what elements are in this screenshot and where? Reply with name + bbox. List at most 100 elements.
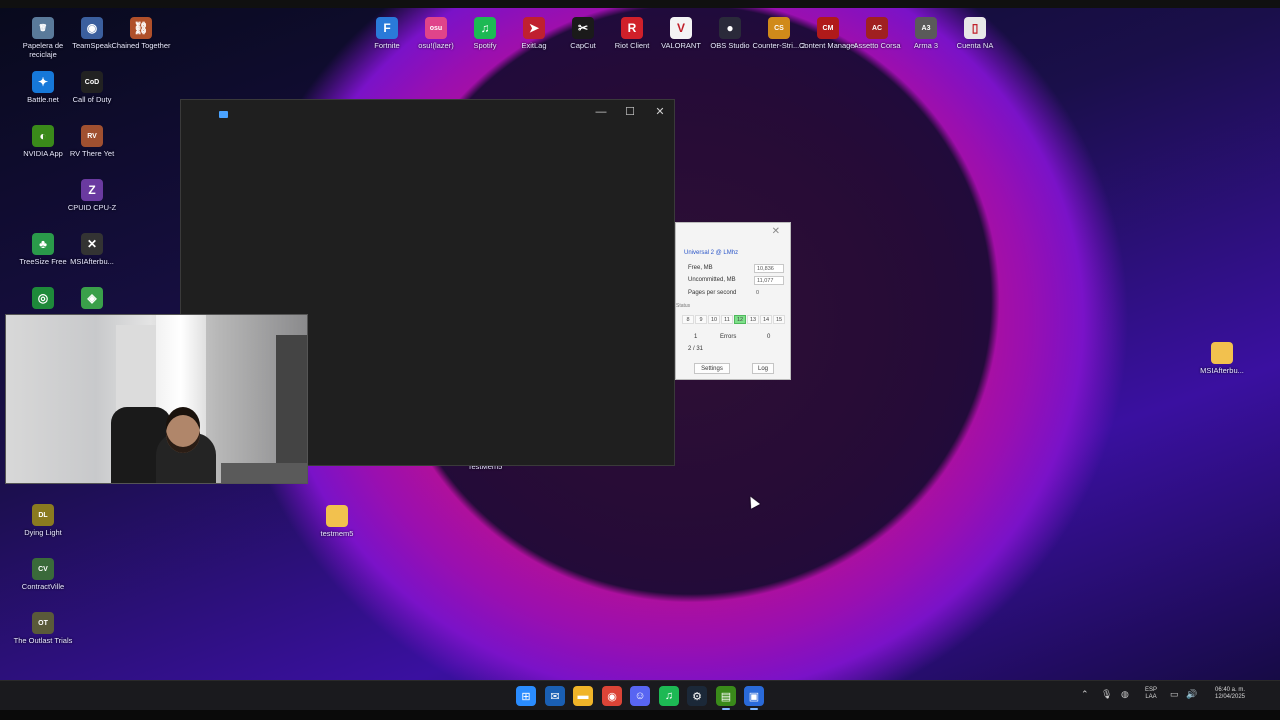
thread-cell: 9 [695, 315, 707, 324]
msiafterburner-folder[interactable]: MSIAfterbu... [1192, 342, 1252, 375]
thread-cell: 14 [760, 315, 772, 324]
green-app-icon: ◎ [32, 287, 54, 309]
msi-afterburner-icon: ✕ [81, 233, 103, 255]
desktop-shortcut[interactable]: CV ContractVille [13, 558, 73, 591]
desktop-shortcut-label: MSIAfterbu... [70, 257, 114, 266]
input-language[interactable]: ESP LAA [1140, 687, 1162, 701]
outlast-trials-icon: OT [32, 612, 54, 634]
testmem5-folder[interactable]: testmem5 [307, 505, 367, 538]
desktop-shortcut[interactable]: ◈ [62, 287, 122, 311]
desktop-shortcut-label: TeamSpeak [72, 41, 112, 50]
uncommitted-mb-value: 11,077 [754, 276, 784, 285]
desktop-shortcut-label: Arma 3 [913, 41, 939, 50]
settings-button[interactable]: Settings [694, 363, 730, 374]
log-button[interactable]: Log [752, 363, 774, 374]
microphone-icon[interactable]: 🎙 [1101, 689, 1112, 700]
osu-icon: osu [425, 17, 447, 39]
network-icon[interactable]: ▭ [1170, 689, 1179, 700]
webcam-desk [221, 463, 307, 483]
steam-icon[interactable]: ⚙ [687, 686, 707, 706]
desktop-shortcut[interactable]: ▯ Cuenta NA [945, 17, 1005, 50]
close-button[interactable]: ✕ [648, 103, 672, 121]
webcam-overlay [5, 314, 308, 484]
assetto-corsa-icon: AC [866, 17, 888, 39]
errors-label: Errors [720, 334, 737, 340]
chevron-up-icon[interactable]: ⌃ [1081, 689, 1089, 700]
obs-icon: ● [719, 17, 741, 39]
folder-icon [326, 505, 348, 527]
desktop-shortcut[interactable]: ✕ MSIAfterbu... [62, 233, 122, 266]
desktop-shortcut-label: Dying Light [24, 528, 62, 537]
capcut-icon: ✂ [572, 17, 594, 39]
thread-cell: 12 [734, 315, 746, 324]
desktop-shortcut[interactable]: RV RV There Yet [62, 125, 122, 158]
uncommitted-mb-label: Uncommitted, MB [688, 277, 736, 283]
testmem5-folder-label: testmem5 [320, 529, 354, 538]
desktop-shortcut-label: CapCut [570, 41, 596, 50]
outlook-icon[interactable]: ✉ [545, 686, 565, 706]
desktop-shortcut[interactable]: Z CPUID CPU-Z [62, 179, 122, 212]
battlenet-icon: ✦ [32, 71, 54, 93]
start-button[interactable]: ⊞ [516, 686, 536, 706]
contractville-icon: CV [32, 558, 54, 580]
green-app-2-icon: ◈ [81, 287, 103, 309]
thread-cell: 11 [721, 315, 733, 324]
desktop-shortcut-label: ContractVille [21, 582, 65, 591]
desktop-shortcut-label: RV There Yet [69, 149, 115, 158]
nvidia-taskbar-icon[interactable]: ▤ [716, 686, 736, 710]
desktop-shortcut-label: Fortnite [374, 41, 400, 50]
language-label: ESP [1144, 687, 1157, 693]
desktop-shortcut[interactable]: CoD Call of Duty [62, 71, 122, 104]
msiafterburner-folder-label: MSIAfterbu... [1200, 366, 1244, 375]
desktop-shortcut-label: TreeSize Free [19, 257, 67, 266]
date-label: 12/04/2025 [1214, 694, 1246, 700]
valorant-icon: V [670, 17, 692, 39]
rv-there-yet-icon: RV [81, 125, 103, 147]
arma3-icon: A3 [915, 17, 937, 39]
time-label: 06:40 a. m. [1214, 687, 1246, 693]
dying-light-icon: DL [32, 504, 54, 526]
testmem-window[interactable]: ✕ Universal 2 @ LMhz Free, MB 10,836 Unc… [675, 222, 791, 380]
desktop-shortcut-label: ExitLag [521, 41, 547, 50]
clock[interactable]: 06:40 a. m. 12/04/2025 [1200, 687, 1260, 701]
volume-icon[interactable]: 🔊 [1186, 689, 1197, 700]
desktop-shortcut-label: osu!(lazer) [418, 41, 454, 50]
testmem-config-title: Universal 2 @ LMhz [684, 250, 739, 256]
thread-status-row: 8 9 10 11 12 13 14 15 [682, 315, 785, 324]
folder-icon [1211, 342, 1233, 364]
spotify-taskbar-icon[interactable]: ♫ [659, 686, 679, 706]
chained-together-icon: ⛓ [130, 17, 152, 39]
errors-value: 0 [767, 334, 771, 340]
file-explorer-icon[interactable]: ▬ [573, 686, 593, 706]
minimize-button[interactable]: — [589, 103, 613, 121]
testmem-close-button[interactable]: ✕ [772, 226, 780, 237]
vpn-icon[interactable]: ◍ [1121, 689, 1129, 700]
desktop-shortcut-label: Riot Client [614, 41, 650, 50]
content-manager-icon: CM [817, 17, 839, 39]
maximize-button[interactable]: ☐ [618, 103, 642, 121]
desktop-shortcut[interactable]: ⛓ Chained Together [111, 17, 171, 50]
bottom-strip [0, 710, 1280, 720]
desktop-shortcut[interactable]: OT The Outlast Trials [13, 612, 73, 645]
exitlag-icon: ➤ [523, 17, 545, 39]
counter-strike-icon: CS [768, 17, 790, 39]
thread-cell: 15 [773, 315, 785, 324]
desktop: 🗑 Papelera de reciclaje ◉ TeamSpeak ⛓ Chained… [0, 0, 1280, 720]
desktop-shortcut-label: Spotify [473, 41, 497, 50]
discord-icon[interactable]: ☺ [630, 686, 650, 706]
top-bar [0, 0, 1280, 8]
riot-client-icon: R [621, 17, 643, 39]
status-label: Status [676, 303, 691, 309]
main-window-titlebar[interactable]: — ☐ ✕ [181, 100, 674, 130]
document-icon: ▯ [964, 17, 986, 39]
desktop-shortcut-label: NVIDIA App [23, 149, 63, 158]
desktop-shortcut-label: Assetto Corsa [853, 41, 901, 50]
chrome-icon[interactable]: ◉ [602, 686, 622, 706]
treesize-icon: ♣ [32, 233, 54, 255]
webcam-monitor [276, 335, 307, 475]
free-mb-value: 10,836 [754, 264, 784, 273]
testmem-taskbar-icon[interactable]: ▣ [744, 686, 764, 710]
mouse-cursor [746, 494, 760, 509]
webcam-head [166, 415, 200, 453]
desktop-shortcut[interactable]: DL Dying Light [13, 504, 73, 537]
